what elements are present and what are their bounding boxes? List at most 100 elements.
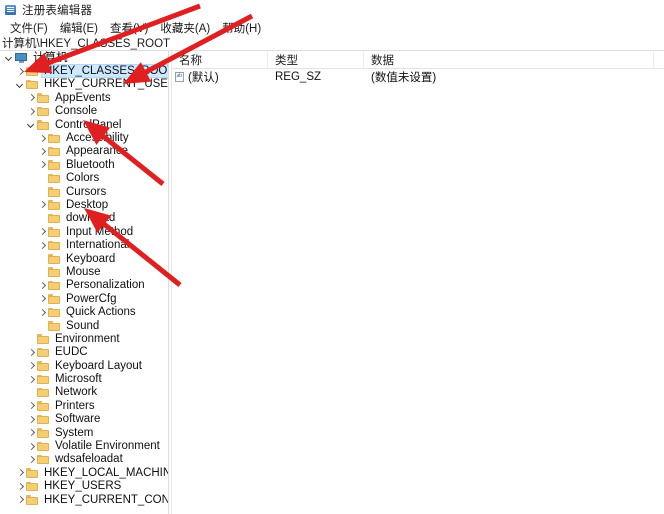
folder-icon <box>48 213 61 224</box>
tree-item-cursors[interactable]: Cursors <box>0 185 168 198</box>
tree-item-hkey-users[interactable]: HKEY_USERS <box>0 480 168 493</box>
folder-icon <box>48 266 61 277</box>
tree-item-appearance[interactable]: Appearance <box>0 145 168 158</box>
chevron-right-icon[interactable] <box>26 440 37 453</box>
folder-icon <box>37 92 50 103</box>
tree-item-[interactable]: 计算机 <box>0 51 168 64</box>
tree-item-label: HKEY_LOCAL_MACHINE <box>42 467 168 479</box>
folder-icon <box>37 414 50 425</box>
folder-icon <box>37 119 50 130</box>
tree-item-international[interactable]: International <box>0 238 168 251</box>
chevron-right-icon[interactable] <box>37 132 48 145</box>
tree-item-quick-actions[interactable]: Quick Actions <box>0 305 168 318</box>
tree-item-label: Cursors <box>64 186 108 198</box>
tree-item-keyboard-layout[interactable]: Keyboard Layout <box>0 359 168 372</box>
menu-item-edit[interactable]: 编辑(E) <box>54 20 104 36</box>
folder-icon <box>37 333 50 344</box>
tree-item-network[interactable]: Network <box>0 386 168 399</box>
chevron-down-icon[interactable] <box>26 118 37 131</box>
tree-item-colors[interactable]: Colors <box>0 172 168 185</box>
tree-item-appevents[interactable]: AppEvents <box>0 91 168 104</box>
chevron-right-icon[interactable] <box>15 480 26 493</box>
chevron-right-icon[interactable] <box>26 91 37 104</box>
chevron-right-icon[interactable] <box>26 413 37 426</box>
column-header-type[interactable]: 类型 <box>268 51 364 68</box>
registry-values-pane[interactable]: 名称 类型 数据 (默认)REG_SZ(数值未设置) <box>172 51 664 514</box>
tree-item-system[interactable]: System <box>0 426 168 439</box>
tree-item-hkey-classes-root[interactable]: HKEY_CLASSES_ROOT <box>0 64 168 77</box>
tree-item-volatile-environment[interactable]: Volatile Environment <box>0 439 168 452</box>
chevron-right-icon[interactable] <box>26 426 37 439</box>
menu-item-favorites[interactable]: 收藏夹(A) <box>154 20 216 36</box>
folder-icon <box>48 226 61 237</box>
twisty-spacer <box>37 185 48 198</box>
chevron-right-icon[interactable] <box>37 239 48 252</box>
value-row[interactable]: (默认)REG_SZ(数值未设置) <box>172 69 664 85</box>
tree-item-accessibility[interactable]: Accessibility <box>0 131 168 144</box>
chevron-right-icon[interactable] <box>26 399 37 412</box>
folder-icon <box>26 79 39 90</box>
tree-item-label: Software <box>53 413 102 425</box>
folder-icon <box>26 66 39 77</box>
values-column-header: 名称 类型 数据 <box>172 51 664 69</box>
chevron-right-icon[interactable] <box>37 198 48 211</box>
address-bar[interactable]: 计算机\HKEY_CLASSES_ROOT <box>0 36 664 51</box>
chevron-right-icon[interactable] <box>26 346 37 359</box>
twisty-spacer <box>37 252 48 265</box>
folder-icon <box>48 240 61 251</box>
tree-item-wdsafeloadat[interactable]: wdsafeloadat <box>0 453 168 466</box>
tree-item-label: System <box>53 427 95 439</box>
tree-item-download[interactable]: download <box>0 212 168 225</box>
tree-item-label: Appearance <box>64 145 130 157</box>
tree-item-label: Microsoft <box>53 373 104 385</box>
tree-item-powercfg[interactable]: PowerCfg <box>0 292 168 305</box>
tree-item-bluetooth[interactable]: Bluetooth <box>0 158 168 171</box>
chevron-down-icon[interactable] <box>15 78 26 91</box>
tree-item-input-method[interactable]: Input Method <box>0 225 168 238</box>
computer-icon <box>15 52 28 63</box>
tree-item-software[interactable]: Software <box>0 413 168 426</box>
twisty-spacer <box>26 332 37 345</box>
chevron-right-icon[interactable] <box>26 105 37 118</box>
menu-item-help[interactable]: 帮助(H) <box>216 20 267 36</box>
column-header-name[interactable]: 名称 <box>172 51 268 68</box>
column-header-data[interactable]: 数据 <box>364 51 654 68</box>
tree-item-keyboard[interactable]: Keyboard <box>0 252 168 265</box>
menu-item-view[interactable]: 查看(V) <box>104 20 154 36</box>
tree-item-label: ControlPanel <box>53 119 123 131</box>
tree-item-label: wdsafeloadat <box>53 453 125 465</box>
chevron-right-icon[interactable] <box>37 145 48 158</box>
chevron-right-icon[interactable] <box>15 493 26 506</box>
tree-item-printers[interactable]: Printers <box>0 399 168 412</box>
registry-tree-pane[interactable]: 计算机HKEY_CLASSES_ROOTHKEY_CURRENT_USERApp… <box>0 51 168 514</box>
chevron-right-icon[interactable] <box>37 158 48 171</box>
tree-item-hkey-current-user[interactable]: HKEY_CURRENT_USER <box>0 78 168 91</box>
chevron-right-icon[interactable] <box>26 453 37 466</box>
chevron-right-icon[interactable] <box>15 65 26 78</box>
folder-icon <box>37 427 50 438</box>
chevron-right-icon[interactable] <box>37 279 48 292</box>
chevron-right-icon[interactable] <box>37 225 48 238</box>
chevron-right-icon[interactable] <box>26 359 37 372</box>
menu-item-file[interactable]: 文件(F) <box>4 20 54 36</box>
tree-item-hkey-local-machine[interactable]: HKEY_LOCAL_MACHINE <box>0 466 168 479</box>
chevron-right-icon[interactable] <box>37 292 48 305</box>
tree-item-microsoft[interactable]: Microsoft <box>0 372 168 385</box>
chevron-right-icon[interactable] <box>37 306 48 319</box>
tree-item-desktop[interactable]: Desktop <box>0 198 168 211</box>
tree-item-hkey-current-config[interactable]: HKEY_CURRENT_CONFIG <box>0 493 168 506</box>
tree-item-label: Console <box>53 105 99 117</box>
chevron-right-icon[interactable] <box>26 373 37 386</box>
values-list-body: (默认)REG_SZ(数值未设置) <box>172 69 664 85</box>
tree-item-label: Input Method <box>64 226 135 238</box>
tree-item-controlpanel[interactable]: ControlPanel <box>0 118 168 131</box>
chevron-down-icon[interactable] <box>4 51 15 64</box>
tree-item-sound[interactable]: Sound <box>0 319 168 332</box>
tree-item-eudc[interactable]: EUDC <box>0 346 168 359</box>
tree-item-environment[interactable]: Environment <box>0 332 168 345</box>
tree-item-mouse[interactable]: Mouse <box>0 265 168 278</box>
chevron-right-icon[interactable] <box>15 466 26 479</box>
tree-item-personalization[interactable]: Personalization <box>0 279 168 292</box>
tree-item-console[interactable]: Console <box>0 105 168 118</box>
folder-icon <box>48 159 61 170</box>
